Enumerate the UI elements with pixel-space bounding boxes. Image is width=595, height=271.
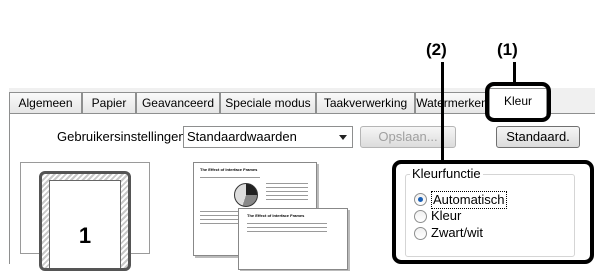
chevron-down-icon: [339, 135, 347, 140]
user-settings-value: Standaardwaarden: [187, 129, 297, 144]
highlight-kleur-tab: [485, 82, 551, 122]
user-settings-dropdown[interactable]: Standaardwaarden: [183, 126, 353, 148]
tab-geavanceerd[interactable]: Geavanceerd: [136, 92, 220, 114]
leader-line-2: [441, 62, 444, 161]
tab-taakverwerking[interactable]: Taakverwerking: [316, 92, 415, 114]
tab-algemeen[interactable]: Algemeen: [9, 92, 82, 114]
highlight-color-function: [392, 160, 594, 264]
tab-speciale-modus[interactable]: Speciale modus: [220, 92, 316, 114]
callout-2: (2): [426, 40, 447, 59]
tab-papier[interactable]: Papier: [82, 92, 136, 114]
page-number: 1: [78, 223, 92, 248]
user-settings-label: Gebruikersinstellingen:: [57, 129, 190, 144]
document-preview-page-2: The Effect of Interface Frames: [238, 208, 348, 270]
leader-line-1: [513, 62, 516, 83]
doc-title: The Effect of Interface Frames: [200, 167, 258, 172]
callout-1: (1): [497, 40, 518, 59]
default-button[interactable]: Standaard.: [496, 126, 580, 148]
page-icon: 1: [39, 171, 131, 271]
pie-chart-thumbnail: [234, 183, 258, 207]
tab-watermerken[interactable]: Watermerken: [415, 92, 489, 114]
doc-title-2: The Effect of Interface Frames: [247, 213, 305, 218]
page-layout-preview: 1: [20, 162, 150, 271]
